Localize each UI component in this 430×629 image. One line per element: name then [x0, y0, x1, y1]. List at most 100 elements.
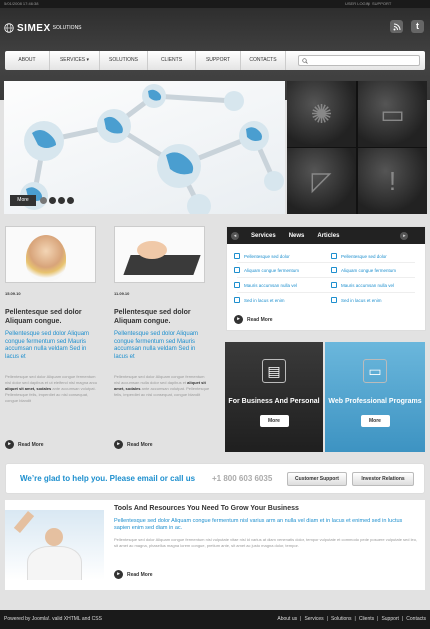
monitor-thumb-icon[interactable]: ▭	[358, 81, 427, 147]
footer-link-about[interactable]: About us	[277, 610, 297, 629]
user-login-link[interactable]: USER LOGIN	[345, 0, 370, 8]
card-title[interactable]: Pellentesque sed dolor Aliquam congue.	[5, 308, 101, 326]
folder-thumb-icon[interactable]: ◸	[287, 148, 356, 214]
promo-more-button[interactable]: More	[259, 415, 289, 427]
arrow-right-icon: ▸	[114, 440, 123, 449]
readmore-label: Read More	[127, 571, 153, 578]
tools-readmore[interactable]: ▸ Read More	[114, 570, 153, 579]
footer-link-services[interactable]: Services	[304, 610, 323, 629]
nav-item-contacts[interactable]: CONTACTS	[241, 51, 286, 70]
promo-web: ▭ Web Professional Programs More	[325, 342, 425, 452]
footer-links: About us | Services | Solutions | Clients | …	[277, 610, 426, 629]
card-intro: Pellentesque sed dolor Aliquam congue fe…	[114, 331, 199, 360]
tab-link[interactable]: Mauris accumsan nulla vel	[331, 282, 394, 288]
tab-news[interactable]: News	[289, 233, 305, 239]
arrow-right-icon: ▸	[234, 315, 243, 324]
divider	[237, 277, 415, 278]
readmore-label: Read More	[18, 441, 44, 448]
tab-link[interactable]: Sed in lacus et enim	[331, 297, 382, 303]
footer-link-contacts[interactable]: Contacts	[406, 610, 426, 629]
tab-link-label: Sed in lacus et enim	[244, 297, 285, 303]
tab-link[interactable]: Pellentesque sed dolor	[234, 253, 290, 259]
nav-item-services[interactable]: SERVICES ▾	[50, 51, 100, 70]
tab-services[interactable]: Services	[251, 233, 276, 239]
footer-credits: Powered by Joomla!. valid XHTML and CSS	[4, 616, 102, 622]
document-icon	[234, 297, 240, 303]
card-date: 11.09.10	[114, 291, 130, 296]
search-input[interactable]	[298, 55, 420, 66]
tab-link-label: Sed in lacus et enim	[341, 297, 382, 303]
nav-label: SERVICES	[59, 57, 86, 63]
twitter-icon[interactable]: t	[411, 20, 424, 33]
globe-logo-icon	[4, 23, 14, 33]
investor-relations-button[interactable]: Investor Relations	[352, 472, 414, 486]
card-body-text: Pellentesque sed dolor Aliquam congue fe…	[5, 374, 98, 385]
tab-link-label: Mauris accumsan nulla vel	[341, 282, 395, 288]
tab-link[interactable]: Sed in lacus et enim	[234, 297, 285, 303]
nav-label: ABOUT	[18, 57, 36, 63]
footer-link-solutions[interactable]: Solutions	[331, 610, 352, 629]
tab-link[interactable]: Mauris accumsan nulla vel	[234, 282, 297, 288]
nav-label: SUPPORT	[205, 57, 231, 63]
businessman-image	[5, 510, 104, 580]
arrow-right-icon: ▸	[114, 570, 123, 579]
top-bar: 5/01/2008 17:46:38 USER LOGIN | SUPPORT	[0, 0, 430, 8]
tab-link[interactable]: Aliquam congue fermentum	[234, 267, 299, 273]
tools-title: Tools And Resources You Need To Grow You…	[114, 505, 299, 512]
nav-item-about[interactable]: ABOUT	[5, 51, 50, 70]
readmore-label: Read More	[247, 316, 273, 323]
logo[interactable]: SIMEX SOLUTIONS	[4, 21, 82, 35]
brand-suffix: SOLUTIONS	[52, 25, 82, 31]
nav-item-clients[interactable]: CLIENTS	[148, 51, 196, 70]
promo-title: Web Professional Programs	[328, 398, 422, 405]
footer-separator: |	[354, 616, 356, 622]
tab-next-icon[interactable]: ▸	[400, 231, 409, 240]
card-readmore[interactable]: ▸ Read More	[5, 440, 44, 449]
tab-link[interactable]: Pellentesque sed dolor	[331, 253, 387, 259]
tab-link-label: Mauris accumsan nulla vel	[244, 282, 298, 288]
nav-item-support[interactable]: SUPPORT	[196, 51, 241, 70]
promo-more-button[interactable]: More	[360, 415, 390, 427]
card-date: 15.09.10	[5, 291, 21, 296]
monitor-icon: ▭	[363, 359, 387, 383]
card-intro: Pellentesque sed dolor Aliquam congue fe…	[5, 331, 90, 360]
slider-dot-4[interactable]	[67, 197, 74, 204]
arrow-right-icon: ▸	[5, 440, 14, 449]
tab-link-label: Pellentesque sed dolor	[244, 253, 290, 259]
footer-link-support[interactable]: Support	[381, 610, 399, 629]
slider-more-button[interactable]: More	[10, 195, 36, 206]
globes-molecule-image	[20, 84, 284, 214]
footer-separator: |	[326, 616, 328, 622]
tabs-readmore[interactable]: ▸ Read More	[234, 315, 273, 324]
customer-support-button[interactable]: Customer Support	[287, 472, 347, 486]
tab-link[interactable]: Aliquam congue fermentum	[331, 267, 396, 273]
card-title[interactable]: Pellentesque sed dolor Aliquam congue.	[114, 308, 210, 326]
tabs-panel: ◂ Services News Articles ▸ Pellentesque …	[226, 226, 426, 331]
thumbnail-grid: ✺ ▭ ◸ !	[287, 81, 427, 214]
rss-icon[interactable]	[390, 20, 403, 33]
slider-dot-1[interactable]	[40, 197, 47, 204]
hero-slider[interactable]: More	[4, 81, 285, 214]
readmore-label: Read More	[127, 441, 153, 448]
footer-separator: |	[401, 616, 404, 622]
nav-label: CONTACTS	[249, 57, 277, 63]
tab-articles[interactable]: Articles	[317, 233, 339, 239]
tools-intro: Pellentesque sed dolor Aliquam congue fe…	[114, 518, 403, 531]
tab-prev-icon[interactable]: ◂	[231, 231, 239, 240]
brand-name: SIMEX	[17, 22, 51, 34]
footer-link-clients[interactable]: Clients	[359, 610, 374, 629]
tab-link-label: Aliquam congue fermentum	[244, 267, 300, 273]
divider	[237, 262, 415, 263]
phone-number: +1 800 603 6035	[212, 474, 273, 483]
support-link[interactable]: SUPPORT	[372, 0, 391, 8]
slider-dot-2[interactable]	[49, 197, 56, 204]
card-readmore[interactable]: ▸ Read More	[114, 440, 153, 449]
tab-bar: ◂ Services News Articles ▸	[227, 227, 425, 244]
speaker-thumb-icon[interactable]: ✺	[287, 81, 356, 147]
promo-title: For Business And Personal	[228, 398, 320, 405]
warning-thumb-icon[interactable]: !	[358, 148, 427, 214]
tools-section: Tools And Resources You Need To Grow You…	[5, 500, 425, 590]
document-icon	[234, 282, 240, 288]
nav-item-solutions[interactable]: SOLUTIONS	[100, 51, 148, 70]
slider-dot-3[interactable]	[58, 197, 65, 204]
